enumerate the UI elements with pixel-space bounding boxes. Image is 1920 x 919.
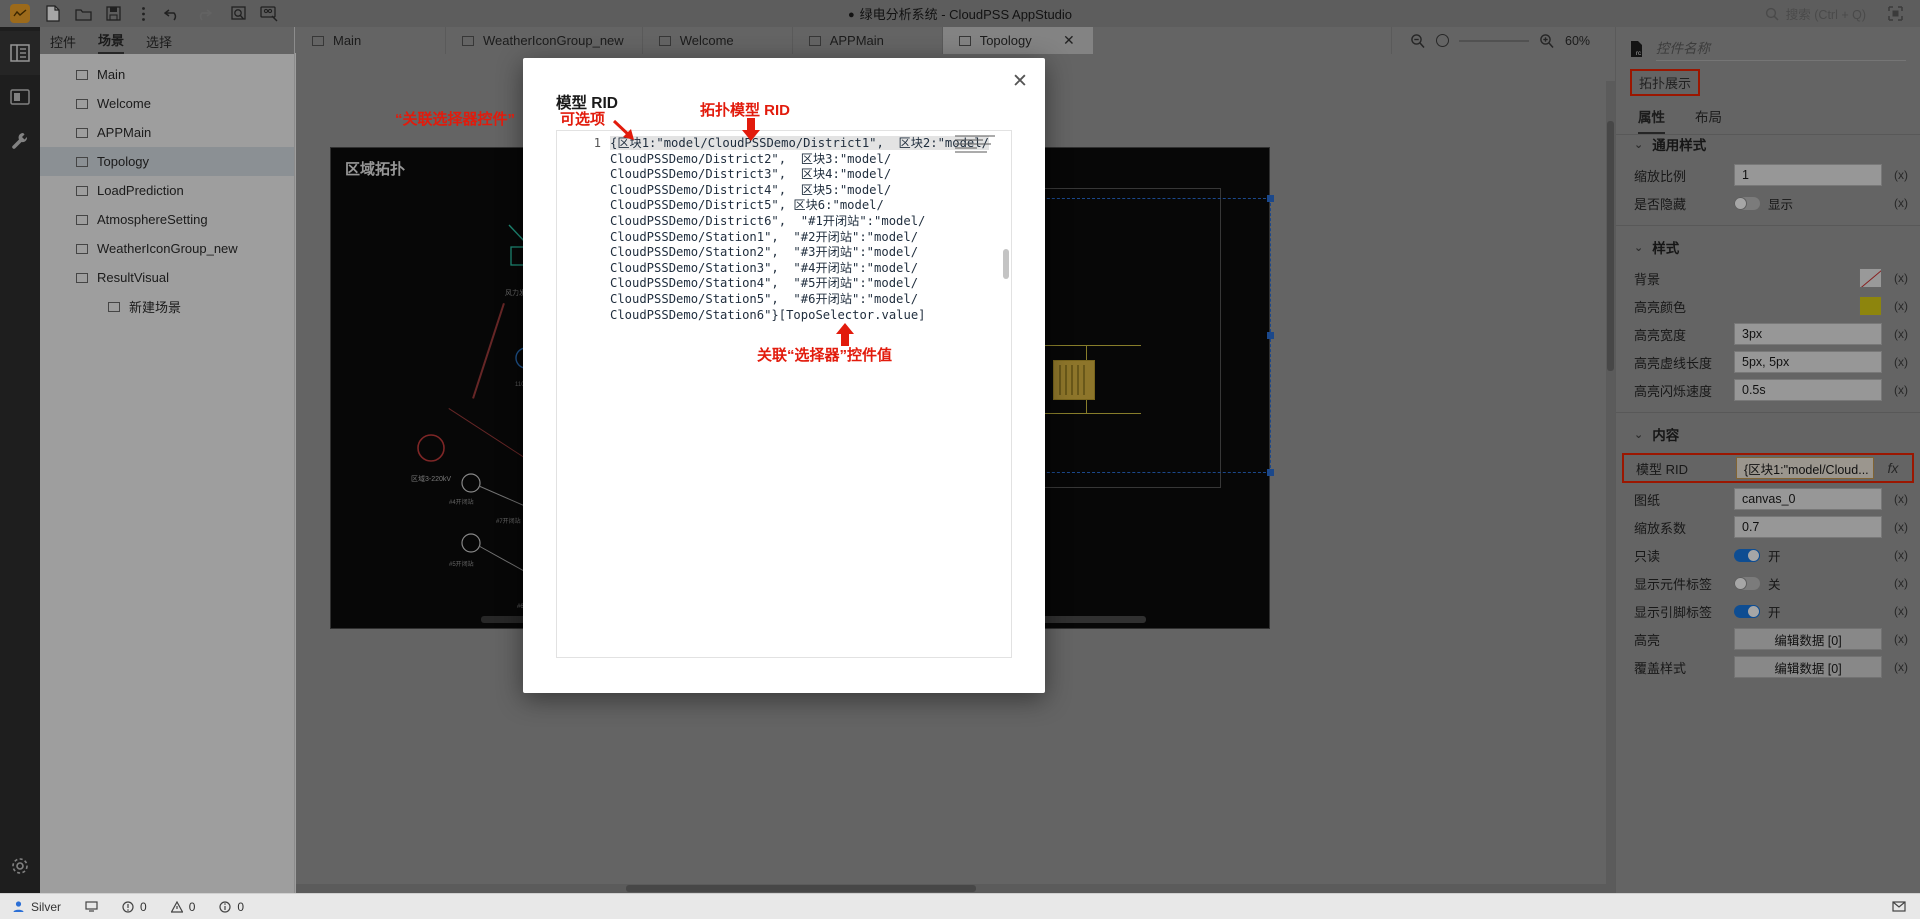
- info-circle-icon: [219, 900, 231, 913]
- code-line-1: {区块1:"model/CloudPSSDemo/District1", 区块2…: [610, 136, 989, 150]
- code-line-7: CloudPSSDemo/Station1", "#2开闭站":"model/: [610, 229, 919, 244]
- warning-count-label: 0: [188, 899, 196, 914]
- status-warning-count[interactable]: 0: [159, 900, 208, 914]
- status-bar: Silver 0 0 0: [0, 893, 1920, 919]
- info-count-label: 0: [237, 899, 245, 914]
- notification-icon[interactable]: [1892, 900, 1906, 914]
- code-minimap[interactable]: [955, 135, 999, 157]
- title-bar-right: 搜索 (Ctrl + Q): [1765, 2, 1920, 26]
- code-line-12: CloudPSSDemo/Station6"}[TopoSelector.val…: [610, 307, 926, 322]
- code-line-2: CloudPSSDemo/District2", 区块3:"model/: [610, 151, 892, 166]
- status-bar-right: [1892, 900, 1920, 914]
- status-user[interactable]: Silver: [0, 900, 73, 914]
- line-number-gutter: 1: [557, 131, 610, 657]
- global-search-label: 搜索 (Ctrl + Q): [1785, 8, 1866, 22]
- status-info-count[interactable]: 0: [207, 900, 256, 914]
- code-line-8: CloudPSSDemo/Station2", "#3开闭站":"model/: [610, 245, 919, 260]
- warning-triangle-icon: [170, 900, 183, 913]
- layout-toggle-icon[interactable]: [1880, 2, 1910, 26]
- remote-icon: [85, 901, 98, 912]
- close-icon[interactable]: ✕: [1009, 70, 1031, 92]
- status-error-count[interactable]: 0: [110, 900, 159, 914]
- dialog-title: 模型 RID: [556, 95, 619, 112]
- code-line-3: CloudPSSDemo/District3", 区块4:"model/: [610, 167, 892, 182]
- code-line-11: CloudPSSDemo/Station5", "#6开闭站":"model/: [610, 291, 919, 306]
- code-line-9: CloudPSSDemo/Station3", "#4开闭站":"model/: [610, 260, 919, 275]
- code-vertical-scroll-thumb[interactable]: [1003, 249, 1009, 279]
- error-count-label: 0: [140, 899, 147, 914]
- status-user-label: Silver: [31, 899, 62, 914]
- code-line-6: CloudPSSDemo/District6", "#1开闭站":"model/: [610, 213, 926, 228]
- code-content[interactable]: {区块1:"model/CloudPSSDemo/District1", 区块2…: [610, 136, 997, 323]
- user-icon: [13, 901, 24, 912]
- code-line-4: CloudPSSDemo/District4", 区块5:"model/: [610, 182, 892, 197]
- code-line-5: CloudPSSDemo/District5", 区块6:"model/: [610, 198, 884, 213]
- line-number: 1: [593, 136, 601, 150]
- error-circle-icon: [122, 900, 134, 913]
- code-line-10: CloudPSSDemo/Station4", "#5开闭站":"model/: [610, 276, 919, 291]
- model-rid-dialog: ✕ 模型 RID 1 {区块1:"model/CloudPSSDemo/Dist…: [523, 58, 1045, 693]
- code-editor[interactable]: 1 {区块1:"model/CloudPSSDemo/District1", 区…: [556, 130, 1012, 658]
- search-icon: [1765, 7, 1779, 21]
- app-window: ● 绿电分析系统 - CloudPSS AppStudio 搜索 (Ctrl + …: [0, 0, 1920, 919]
- global-search-button[interactable]: 搜索 (Ctrl + Q): [1765, 4, 1866, 23]
- status-remote[interactable]: [73, 900, 110, 913]
